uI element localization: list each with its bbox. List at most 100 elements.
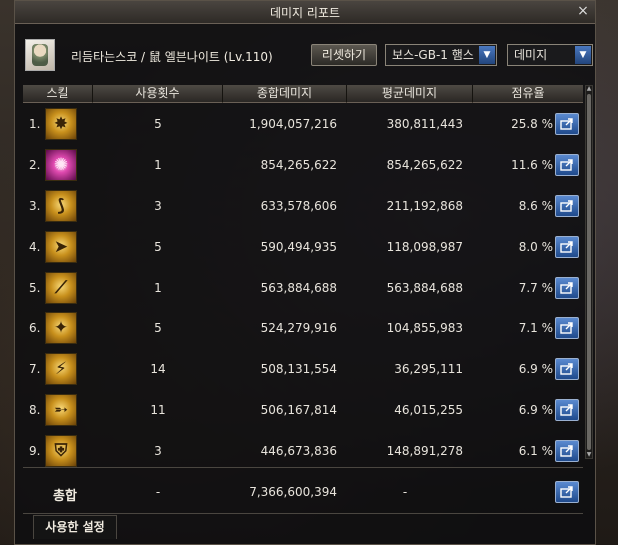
rank-number: 7. (29, 362, 41, 377)
use-count: 1 (154, 157, 162, 172)
total-average-damage: - (402, 485, 408, 499)
skill-icon[interactable]: ⟆ (45, 189, 77, 222)
divider (23, 513, 583, 514)
header-total-damage[interactable]: 종합데미지 (223, 85, 347, 103)
divider (23, 467, 583, 468)
rank-number: 2. (29, 157, 41, 172)
toolbar: 리듬타는스코 / 鼠 엘븐나이트 (Lv.110) 리셋하기 보스-GB-1 햄… (15, 31, 595, 79)
skill-icon[interactable]: ➵ (45, 394, 77, 427)
share-button[interactable] (555, 113, 579, 135)
tab-used-settings[interactable]: 사용한 설정 (33, 515, 117, 539)
average-damage: 148,891,278 (386, 444, 463, 459)
close-button[interactable]: × (575, 3, 591, 19)
table-row: 1. ✸ 5 1,904,057,216 380,811,443 25.8 % (23, 105, 583, 146)
total-damage: 7,366,600,394 (249, 485, 337, 499)
chevron-down-icon: ▼ (575, 46, 591, 64)
share-icon (560, 200, 573, 212)
damage-share: 7.1 % (518, 321, 553, 336)
scroll-thumb[interactable] (587, 94, 591, 450)
total-damage: 508,131,554 (260, 362, 337, 377)
total-use-count: - (155, 485, 161, 499)
table-row: 3. ⟆ 3 633,578,606 211,192,868 8.6 % (23, 187, 583, 228)
skill-icon[interactable]: ✸ (45, 108, 77, 140)
share-button[interactable] (555, 153, 579, 176)
share-button[interactable] (555, 481, 579, 503)
share-icon (560, 281, 573, 294)
share-icon (560, 486, 573, 498)
share-icon (560, 159, 573, 171)
share-button[interactable] (555, 194, 579, 217)
metric-select[interactable]: 데미지 ▼ (507, 44, 593, 66)
rank-number: 5. (29, 280, 41, 295)
damage-share: 8.0 % (518, 239, 553, 254)
boss-select-value: 보스-GB-1 햄스 (392, 48, 474, 62)
share-icon (560, 404, 573, 416)
damage-share: 6.9 % (518, 362, 553, 377)
metric-select-value: 데미지 (514, 48, 548, 62)
skill-icon[interactable]: ⚡ (45, 353, 77, 386)
use-count: 3 (154, 444, 162, 459)
share-button[interactable] (555, 235, 579, 258)
rank-number: 3. (29, 198, 41, 213)
total-damage: 633,578,606 (260, 198, 337, 213)
total-damage: 524,279,916 (260, 321, 337, 336)
share-button[interactable] (555, 440, 579, 463)
character-avatar (25, 39, 55, 71)
use-count: 5 (154, 239, 162, 254)
table-row: 5. ⟋ 1 563,884,688 563,884,688 7.7 % (23, 269, 583, 310)
use-count: 3 (154, 198, 162, 213)
total-damage: 506,167,814 (260, 403, 337, 418)
reset-button[interactable]: 리셋하기 (311, 44, 377, 66)
damage-share: 8.6 % (518, 198, 553, 213)
rank-number: 6. (29, 321, 41, 336)
damage-share: 11.6 % (511, 157, 553, 172)
use-count: 11 (150, 403, 166, 418)
header-use-count[interactable]: 사용횟수 (93, 85, 223, 103)
average-damage: 36,295,111 (394, 362, 463, 377)
total-damage: 854,265,622 (260, 157, 337, 172)
total-damage: 446,673,836 (260, 444, 337, 459)
table-header: 스킬 사용횟수 종합데미지 평균데미지 점유율 (23, 85, 583, 103)
skill-icon[interactable]: ⛨ (45, 435, 77, 468)
header-average-damage[interactable]: 평균데미지 (347, 85, 473, 103)
skill-icon[interactable]: ✦ (45, 312, 77, 345)
chevron-down-icon: ▼ (479, 46, 495, 64)
boss-select[interactable]: 보스-GB-1 햄스 ▼ (385, 44, 497, 66)
average-damage: 380,811,443 (386, 117, 463, 131)
damage-report-window: 데미지 리포트 × 리듬타는스코 / 鼠 엘븐나이트 (Lv.110) 리셋하기… (14, 0, 596, 545)
skill-icon[interactable]: ➤ (45, 230, 77, 263)
average-damage: 563,884,688 (386, 280, 463, 295)
header-skill[interactable]: 스킬 (23, 85, 93, 103)
use-count: 14 (150, 362, 166, 377)
average-damage: 46,015,255 (394, 403, 463, 418)
scroll-down-icon[interactable]: ▼ (586, 452, 592, 458)
title-bar[interactable]: 데미지 리포트 × (15, 1, 595, 24)
scrollbar[interactable]: ▲ ▼ (585, 85, 593, 459)
share-button[interactable] (555, 399, 579, 422)
table-row: 8. ➵ 11 506,167,814 46,015,255 6.9 % (23, 391, 583, 432)
total-damage: 590,494,935 (260, 239, 337, 254)
scroll-up-icon[interactable]: ▲ (586, 86, 592, 92)
rank-number: 4. (29, 239, 41, 254)
skill-icon[interactable]: ⟋ (45, 271, 77, 304)
share-button[interactable] (555, 276, 579, 299)
table-body: 1. ✸ 5 1,904,057,216 380,811,443 25.8 % 2. ✺ 1 85… (23, 105, 583, 473)
share-button[interactable] (555, 317, 579, 340)
table-row: 6. ✦ 5 524,279,916 104,855,983 7.1 % (23, 309, 583, 350)
average-damage: 854,265,622 (386, 157, 463, 172)
total-label: 총합 (53, 489, 77, 504)
share-icon (560, 445, 573, 457)
share-icon (560, 363, 573, 376)
character-name: 리듬타는스코 / 鼠 엘븐나이트 (Lv.110) (71, 50, 273, 64)
share-button[interactable] (555, 358, 579, 381)
table-row: 4. ➤ 5 590,494,935 118,098,987 8.0 % (23, 228, 583, 269)
damage-share: 6.1 % (518, 444, 553, 459)
rank-number: 1. (29, 117, 41, 131)
header-share[interactable]: 점유율 (473, 85, 583, 103)
skill-icon[interactable]: ✺ (45, 148, 77, 181)
damage-share: 25.8 % (511, 117, 553, 131)
use-count: 5 (154, 117, 162, 131)
table-row: 7. ⚡ 14 508,131,554 36,295,111 6.9 % (23, 350, 583, 391)
damage-share: 7.7 % (518, 280, 553, 295)
total-damage: 563,884,688 (260, 280, 337, 295)
